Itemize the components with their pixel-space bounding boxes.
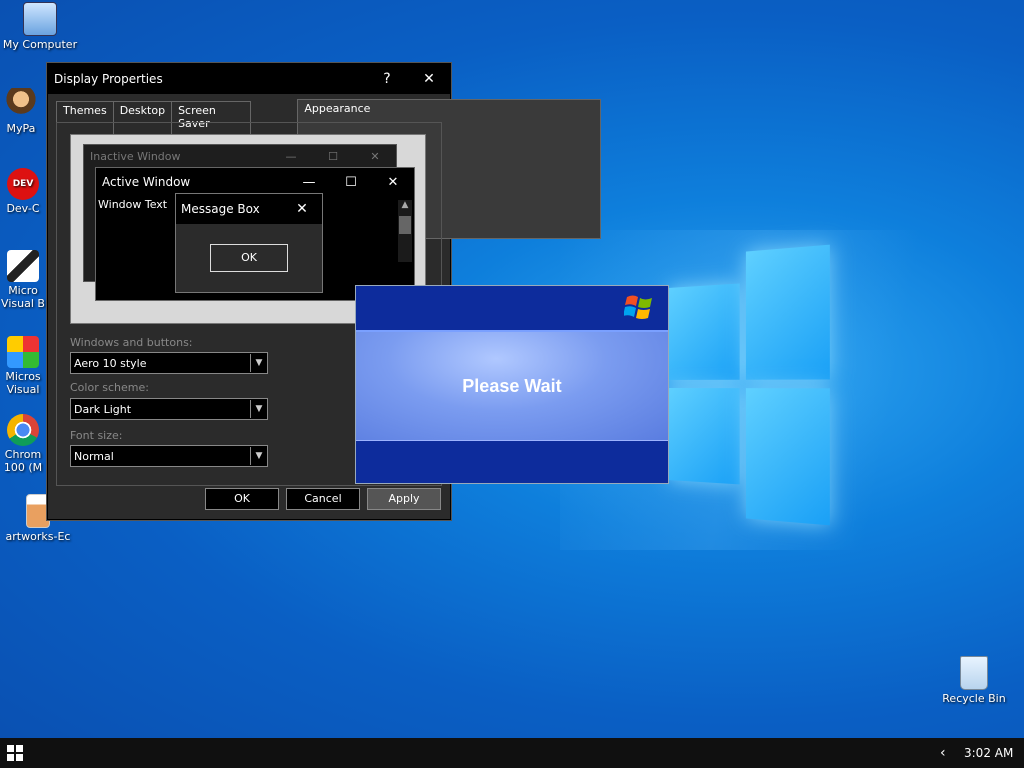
help-button[interactable]: ? xyxy=(366,71,408,87)
taskbar-clock[interactable]: 3:02 AM xyxy=(964,746,1013,760)
close-icon: ✕ xyxy=(387,174,399,190)
please-wait-body: Please Wait xyxy=(356,332,668,440)
computer-icon xyxy=(23,2,57,36)
chevron-down-icon[interactable]: ▼ xyxy=(250,354,267,372)
maximize-icon: ☐ xyxy=(328,149,338,163)
close-icon: ✕ xyxy=(370,149,380,163)
minimize-icon: — xyxy=(285,149,297,163)
desktop-icon-visual-basic[interactable]: Micro Visual B xyxy=(0,250,50,310)
desktop-icon-my-computer[interactable]: My Computer xyxy=(0,2,80,51)
select-value: Aero 10 style xyxy=(74,356,147,370)
vb-icon xyxy=(7,250,39,282)
ok-button[interactable]: OK xyxy=(205,488,279,510)
title-bar[interactable]: Display Properties ? ✕ xyxy=(48,64,450,94)
scroll-up-icon: ▲ xyxy=(401,200,409,210)
close-icon: ✕ xyxy=(296,201,308,217)
start-button[interactable] xyxy=(0,738,30,768)
desktop-icon-mypa[interactable]: MyPa xyxy=(0,88,44,135)
desktop-icon-label: MyPa xyxy=(6,122,36,135)
font-size-label: Font size: xyxy=(70,429,123,442)
recycle-bin-icon xyxy=(960,656,988,690)
desktop-icon-devc[interactable]: DEV Dev-C xyxy=(0,168,50,215)
desktop-icon-label-2: Visual xyxy=(6,383,40,396)
office-icon xyxy=(7,336,39,368)
chevron-down-icon[interactable]: ▼ xyxy=(250,400,267,418)
desktop-icon-label-2: Visual B xyxy=(1,297,45,310)
wallpaper-windows-logo xyxy=(668,244,830,526)
window-title: Display Properties xyxy=(54,72,163,86)
scroll-thumb xyxy=(399,216,411,234)
minimize-icon: — xyxy=(302,174,316,190)
please-wait-text: Please Wait xyxy=(462,375,562,396)
window-text: Window Text xyxy=(98,198,168,211)
taskbar: ‹ 3:02 AM xyxy=(0,738,1024,768)
desktop-icon-label: Micros xyxy=(5,370,41,383)
person-icon xyxy=(5,88,37,120)
desktop-icon-microsoft-visual[interactable]: Micros Visual xyxy=(0,336,50,396)
desktop-icon-recycle-bin[interactable]: Recycle Bin xyxy=(934,656,1014,705)
desktop-icon-label-2: 100 (M xyxy=(3,461,43,474)
desktop-icon-label: Recycle Bin xyxy=(942,692,1006,705)
windows-start-icon xyxy=(7,745,23,761)
select-value: Normal xyxy=(74,449,114,463)
apply-button[interactable]: Apply xyxy=(367,488,441,510)
preview-ok-button: OK xyxy=(210,244,288,272)
desktop-icon-label: artworks-Ec xyxy=(5,530,71,543)
font-size-select[interactable]: Normal ▼ xyxy=(70,445,268,467)
color-scheme-select[interactable]: Dark Light ▼ xyxy=(70,398,268,420)
close-button[interactable]: ✕ xyxy=(408,71,450,87)
preview-message-box: Message Box ✕ OK xyxy=(175,193,323,293)
cancel-button[interactable]: Cancel xyxy=(286,488,360,510)
please-wait-dialog: Please Wait xyxy=(355,285,669,484)
desktop-icon-label: Dev-C xyxy=(6,202,40,215)
select-value: Dark Light xyxy=(74,402,132,416)
chrome-icon xyxy=(7,414,39,446)
color-scheme-label: Color scheme: xyxy=(70,381,149,394)
desktop-icon-chrome[interactable]: Chrom 100 (M xyxy=(0,414,50,474)
windows-xp-logo-icon xyxy=(624,295,652,319)
please-wait-footer xyxy=(356,440,668,483)
windows-buttons-select[interactable]: Aero 10 style ▼ xyxy=(70,352,268,374)
active-window-title: Active Window xyxy=(102,175,191,189)
devcpp-icon: DEV xyxy=(7,168,39,200)
message-box-title: Message Box xyxy=(181,202,260,216)
desktop-icon-label: Micro xyxy=(8,284,38,297)
chevron-down-icon[interactable]: ▼ xyxy=(250,447,267,465)
desktop-icon-label: Chrom xyxy=(4,448,42,461)
show-hidden-icons-chevron-icon[interactable]: ‹ xyxy=(940,745,946,761)
maximize-icon: ☐ xyxy=(345,174,357,190)
desktop-icon-label: My Computer xyxy=(2,38,78,51)
please-wait-header xyxy=(356,286,668,332)
preview-scrollbar: ▲ xyxy=(398,200,412,262)
windows-buttons-label: Windows and buttons: xyxy=(70,336,193,349)
inactive-window-title: Inactive Window xyxy=(90,149,181,163)
